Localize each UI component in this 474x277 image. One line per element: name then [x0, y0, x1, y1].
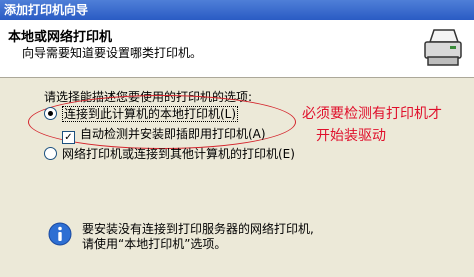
annotation-line-2: 开始装驱动: [316, 128, 386, 144]
page-title: 本地或网络打印机: [8, 30, 113, 45]
radio-network-printer[interactable]: 网络打印机或连接到其他计算机的打印机(E): [44, 146, 295, 162]
radio-network-label[interactable]: 网络打印机或连接到其他计算机的打印机(E): [62, 147, 295, 161]
window-title-bar[interactable]: 添加打印机向导: [0, 0, 474, 20]
radio-local-label[interactable]: 连接到此计算机的本地打印机(L): [62, 106, 239, 122]
window-title: 添加打印机向导: [4, 3, 89, 17]
info-line-2: 请使用“本地打印机”选项。: [82, 237, 227, 251]
checkbox-auto-detect[interactable]: ✓ 自动检测并安装即插即用打印机(A): [62, 126, 266, 144]
radio-local-printer[interactable]: 连接到此计算机的本地打印机(L): [44, 106, 239, 122]
info-message: 要安装没有连接到打印服务器的网络打印机, 请使用“本地打印机”选项。: [82, 222, 314, 252]
radio-button-selected[interactable]: [44, 107, 57, 120]
checkbox-checked[interactable]: ✓: [62, 131, 75, 144]
annotation-line-1: 必须要检测有打印机才: [302, 106, 442, 122]
checkbox-auto-detect-label[interactable]: 自动检测并安装即插即用打印机(A): [80, 127, 266, 141]
wizard-header: 本地或网络打印机 向导需要知道要设置哪类打印机。: [0, 20, 474, 78]
info-icon: [48, 222, 72, 246]
page-subtitle: 向导需要知道要设置哪类打印机。: [22, 46, 203, 60]
radio-button-unselected[interactable]: [44, 147, 57, 160]
printer-icon: [421, 27, 465, 69]
info-line-1: 要安装没有连接到打印服务器的网络打印机,: [82, 222, 314, 236]
